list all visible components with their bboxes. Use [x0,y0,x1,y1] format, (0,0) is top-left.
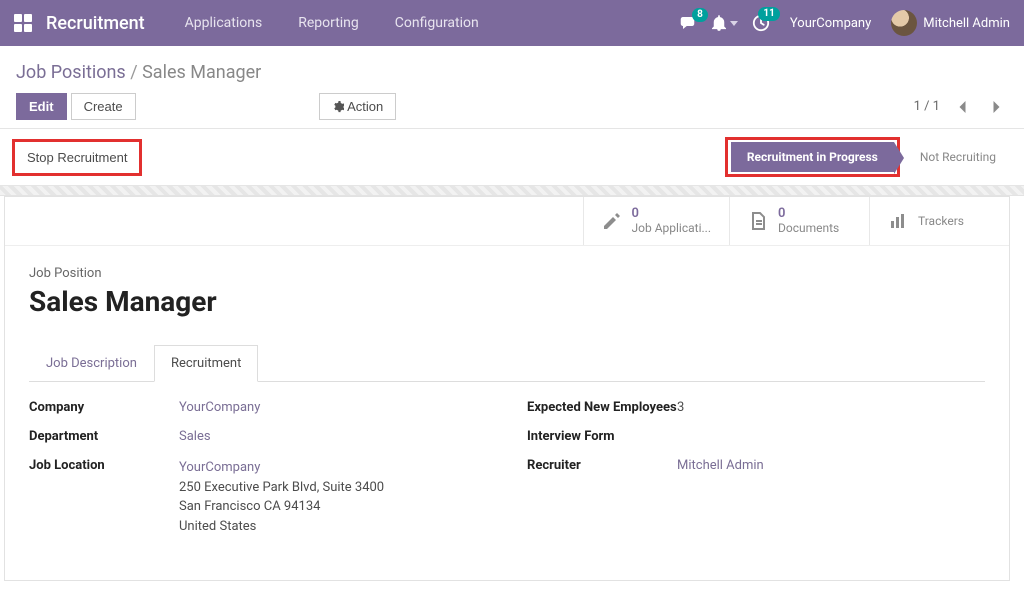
stat-row: 0 Job Applicati... 0 Documents Trackers [5,197,1009,246]
stat-apps-label: Job Applicati... [632,221,711,235]
company-switcher[interactable]: YourCompany [784,16,877,31]
highlight-stop: Stop Recruitment [12,139,142,176]
stat-docs-label: Documents [778,221,839,235]
breadcrumb: Job Positions / Sales Manager [16,62,1008,83]
systray: 8 11 YourCompany Mitchell Admin [680,10,1010,36]
stop-recruitment-button[interactable]: Stop Recruitment [21,146,133,169]
gear-icon [332,101,344,113]
loc-line3: San Francisco CA 94134 [179,497,487,517]
loc-line1[interactable]: YourCompany [179,458,487,478]
page-title: Sales Manager [29,285,985,318]
value-location: YourCompany 250 Executive Park Blvd, Sui… [179,458,487,536]
activities-icon[interactable]: 11 [752,14,770,32]
chevron-left-icon [958,100,967,114]
pager: 1 / 1 [914,95,1008,119]
status-bar: Stop Recruitment Recruitment in Progress… [0,129,1024,186]
tab-recruitment[interactable]: Recruitment [154,345,258,382]
stat-docs-count: 0 [778,207,839,221]
section-label: Job Position [29,266,985,281]
value-department[interactable]: Sales [179,429,211,444]
hatch-strip [0,186,1024,196]
value-company[interactable]: YourCompany [179,400,260,415]
value-interview-form [677,429,985,444]
messaging-badge: 8 [692,8,708,22]
nav-applications[interactable]: Applications [171,15,277,31]
user-name: Mitchell Admin [923,16,1010,31]
status-inactive[interactable]: Not Recruiting [900,142,1010,172]
value-recruiter[interactable]: Mitchell Admin [677,458,764,473]
stat-apps-count: 0 [632,207,711,221]
nav-configuration[interactable]: Configuration [381,15,493,31]
bar-chart-icon [888,211,908,231]
action-button[interactable]: Action [319,93,396,120]
tab-job-description[interactable]: Job Description [29,345,154,382]
form-body: Job Position Sales Manager Job Descripti… [5,246,1009,580]
edit-button[interactable]: Edit [16,93,67,120]
stat-documents[interactable]: 0 Documents [729,197,869,245]
label-interview-form: Interview Form [527,429,677,444]
highlight-status: Recruitment in Progress [725,137,900,177]
label-expected: Expected New Employees [527,400,677,415]
document-icon [748,211,768,231]
notifications-icon[interactable] [712,15,738,31]
pager-next[interactable] [984,95,1008,119]
user-menu[interactable]: Mitchell Admin [891,10,1010,36]
status-active[interactable]: Recruitment in Progress [731,142,894,172]
loc-line4: United States [179,517,487,537]
label-location: Job Location [29,458,179,536]
breadcrumb-current: Sales Manager [142,62,261,83]
stat-trackers[interactable]: Trackers [869,197,1009,245]
label-recruiter: Recruiter [527,458,677,473]
activities-badge: 11 [758,7,779,21]
company-name: YourCompany [784,16,877,31]
fields-grid: Company YourCompany Department Sales Job… [29,400,985,550]
stat-applications[interactable]: 0 Job Applicati... [583,197,729,245]
chevron-right-icon [992,100,1001,114]
apps-icon[interactable] [14,14,32,32]
sheet-scroll[interactable]: 0 Job Applicati... 0 Documents Trackers … [0,196,1024,615]
form-sheet: 0 Job Applicati... 0 Documents Trackers … [4,196,1010,581]
control-panel: Job Positions / Sales Manager Edit Creat… [0,46,1024,129]
nav-reporting[interactable]: Reporting [284,15,373,31]
label-company: Company [29,400,179,415]
pencil-icon [602,211,622,231]
value-expected: 3 [677,400,985,415]
pager-prev[interactable] [950,95,974,119]
stat-trackers-label: Trackers [918,214,964,228]
action-label: Action [347,99,383,114]
pager-text: 1 / 1 [914,99,940,114]
loc-line2: 250 Executive Park Blvd, Suite 3400 [179,478,487,498]
label-department: Department [29,429,179,444]
create-button[interactable]: Create [71,93,136,120]
messaging-icon[interactable]: 8 [680,15,698,31]
avatar [891,10,917,36]
app-title[interactable]: Recruitment [46,13,145,34]
breadcrumb-parent[interactable]: Job Positions [16,62,126,83]
top-navbar: Recruitment Applications Reporting Confi… [0,0,1024,46]
tabs: Job Description Recruitment [29,344,985,382]
